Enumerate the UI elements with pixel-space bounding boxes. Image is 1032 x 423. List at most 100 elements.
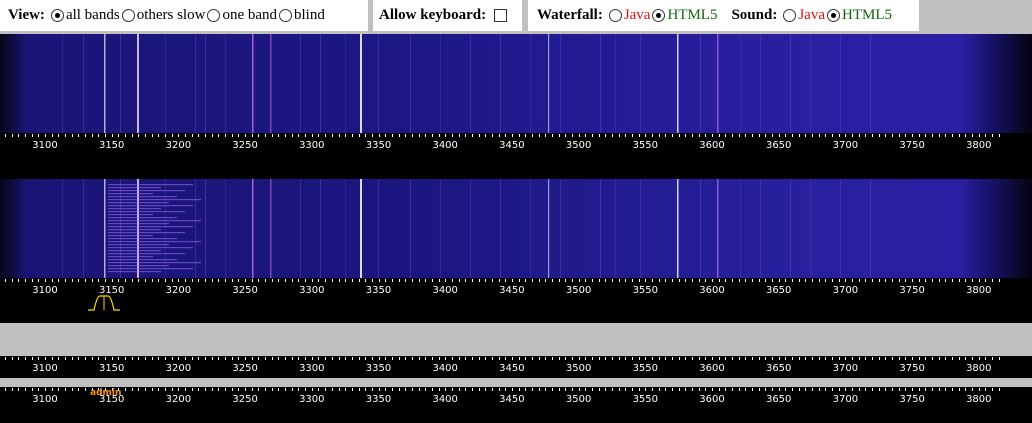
- tick-mark: [365, 388, 367, 391]
- tick-mark: [852, 388, 854, 391]
- view-one-band-radio[interactable]: one band: [207, 7, 277, 24]
- tick-mark: [845, 388, 847, 391]
- tick-mark: [511, 279, 513, 282]
- tick-mark: [465, 279, 467, 282]
- tick-mark: [618, 388, 620, 391]
- tick-mark: [71, 134, 73, 137]
- tick-mark: [258, 134, 260, 137]
- tick-mark: [872, 357, 874, 360]
- tick-mark: [725, 357, 727, 360]
- tick-mark: [218, 388, 220, 391]
- tick-mark: [498, 388, 500, 391]
- sound-html5-radio[interactable]: HTML5: [827, 7, 892, 24]
- tick-mark: [845, 357, 847, 360]
- tick-mark: [458, 279, 460, 282]
- signal-burst: [108, 229, 161, 231]
- waterfall-panel-1[interactable]: 3100 3150 3200 3250 3300 3350 3400 3450 3500 3550…: [0, 34, 1032, 158]
- tick-mark: [818, 388, 820, 391]
- tick-mark: [918, 279, 920, 282]
- view-blind-radio[interactable]: blind: [279, 7, 325, 24]
- tick-mark: [712, 279, 714, 282]
- tick-mark: [258, 357, 260, 360]
- tick-mark: [431, 357, 433, 360]
- tick-mark: [598, 388, 600, 391]
- tick-mark: [231, 388, 233, 391]
- tick-mark: [805, 279, 807, 282]
- frequency-tick-label: 3500: [565, 394, 592, 405]
- tick-mark: [45, 279, 47, 282]
- signal-trace: [410, 179, 411, 278]
- tick-mark: [185, 134, 187, 137]
- tick-mark: [972, 134, 974, 137]
- frequency-tick-label: 3300: [299, 363, 325, 374]
- tick-mark: [732, 134, 734, 137]
- tick-mark: [598, 279, 600, 282]
- view-all-bands-radio[interactable]: all bands: [50, 7, 120, 24]
- tick-mark: [425, 134, 427, 137]
- passband-marker-icon[interactable]: [86, 294, 122, 312]
- tick-mark: [852, 357, 854, 360]
- tick-mark: [598, 357, 600, 360]
- tick-mark: [545, 388, 547, 391]
- tick-mark: [485, 388, 487, 391]
- tick-mark: [51, 279, 53, 282]
- signal-burst: [108, 244, 169, 246]
- tick-mark: [231, 357, 233, 360]
- tick-mark: [458, 134, 460, 137]
- tick-mark: [391, 388, 393, 391]
- tick-mark: [291, 279, 293, 282]
- tick-mark: [338, 357, 340, 360]
- tick-mark: [551, 279, 553, 282]
- radio-icon: [608, 9, 622, 22]
- signal-trace: [137, 34, 139, 133]
- tick-mark: [325, 388, 327, 391]
- tick-mark: [205, 357, 207, 360]
- view-others-slow-radio[interactable]: others slow: [121, 7, 205, 24]
- signal-trace: [360, 179, 362, 278]
- tick-mark: [638, 357, 640, 360]
- tick-mark: [485, 357, 487, 360]
- tick-mark: [531, 134, 533, 137]
- tick-mark: [325, 357, 327, 360]
- signal-trace: [700, 179, 701, 278]
- allow-keyboard-checkbox[interactable]: [494, 9, 508, 22]
- tick-mark: [698, 388, 700, 391]
- tick-mark: [398, 279, 400, 282]
- tick-mark: [31, 279, 33, 282]
- tick-mark: [125, 134, 127, 137]
- frequency-tick-label: 3750: [899, 285, 925, 296]
- tick-mark: [225, 134, 227, 137]
- tick-mark: [918, 388, 920, 391]
- tick-mark: [685, 279, 687, 282]
- tick-mark: [398, 134, 400, 137]
- waterfall-java-radio[interactable]: Java: [608, 7, 650, 24]
- tick-mark: [311, 279, 313, 282]
- tick-mark: [178, 357, 180, 360]
- tick-mark: [865, 357, 867, 360]
- frequency-tick-label: 3250: [232, 363, 258, 374]
- signal-trace: [300, 34, 301, 133]
- tick-mark: [912, 134, 914, 137]
- tick-mark: [578, 388, 580, 391]
- tick-mark: [305, 134, 307, 137]
- radio-icon: [279, 9, 293, 22]
- tick-mark: [78, 279, 80, 282]
- frequency-tick-label: 3350: [365, 140, 392, 151]
- frequency-scale-3: 3100 3150 3200 3250 3300 3350 3400 3450 3500 3550…: [0, 356, 1032, 378]
- panel-separator: [0, 378, 1032, 387]
- tick-mark: [311, 388, 313, 391]
- waterfall-panel-2[interactable]: 3100 3150 3200 3250 3300 3350 3400 3450 3500 3550…: [0, 158, 1032, 323]
- frequency-tick-label: 3750: [899, 363, 925, 374]
- tick-mark: [878, 388, 880, 391]
- waterfall-html5-radio[interactable]: HTML5: [652, 7, 717, 24]
- tick-mark: [758, 279, 760, 282]
- signal-trace: [790, 179, 791, 278]
- tick-mark: [118, 357, 120, 360]
- waterfall-spectrogram-2[interactable]: [0, 179, 1032, 278]
- radio-icon: [783, 9, 797, 22]
- waterfall-spectrogram-1[interactable]: [0, 34, 1032, 133]
- tick-mark: [518, 134, 520, 137]
- tick-mark: [551, 134, 553, 137]
- sound-java-radio[interactable]: Java: [783, 7, 825, 24]
- tick-mark: [838, 279, 840, 282]
